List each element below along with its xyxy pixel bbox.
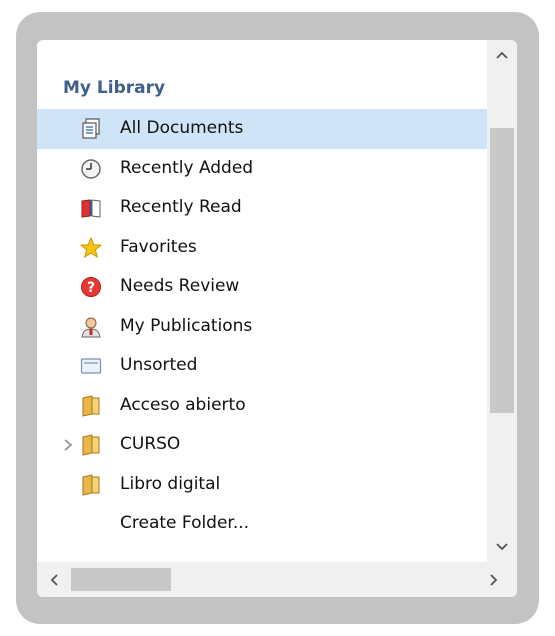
library-item-recently-added[interactable]: Recently Added	[37, 149, 489, 189]
create-folder-link[interactable]: Create Folder...	[37, 504, 489, 544]
svg-text:?: ?	[87, 280, 95, 296]
vertical-scrollbar[interactable]	[487, 40, 517, 562]
open-book-icon	[80, 197, 102, 219]
horizontal-scroll-thumb[interactable]	[71, 568, 171, 591]
library-item-needs-review[interactable]: ? Needs Review	[37, 267, 489, 307]
my-library-heading: My Library	[63, 78, 166, 98]
scroll-left-icon[interactable]	[37, 562, 71, 597]
library-item-unsorted[interactable]: Unsorted	[37, 346, 489, 386]
library-item-recently-read[interactable]: Recently Read	[37, 188, 489, 228]
library-item-curso[interactable]: CURSO	[37, 425, 489, 465]
star-icon	[79, 236, 103, 259]
library-item-label: Libro digital	[120, 473, 221, 494]
library-item-favorites[interactable]: Favorites	[37, 228, 489, 268]
library-item-label: Unsorted	[120, 355, 198, 375]
person-icon	[80, 316, 102, 338]
library-item-label: All Documents	[120, 118, 244, 138]
library-item-label: Recently Read	[120, 197, 242, 217]
library-item-label: CURSO	[120, 434, 181, 454]
library-item-label: Recently Added	[120, 157, 254, 178]
folder-icon	[80, 394, 102, 417]
create-folder-label: Create Folder...	[120, 513, 250, 533]
library-item-label: Needs Review	[120, 276, 240, 296]
folder-icon	[80, 473, 102, 496]
library-list: All Documents Recently Added Recently Re…	[37, 109, 489, 544]
library-item-libro-digital[interactable]: Libro digital	[37, 465, 489, 505]
horizontal-scrollbar[interactable]	[37, 562, 517, 597]
library-item-label: Acceso abierto	[120, 394, 246, 415]
library-item-label: My Publications	[120, 315, 253, 336]
scroll-down-icon[interactable]	[487, 532, 517, 562]
vertical-scroll-thumb[interactable]	[490, 128, 514, 413]
panel-frame: My Library All Documents Recently Added …	[16, 12, 539, 624]
clock-icon	[80, 158, 102, 180]
scroll-right-icon[interactable]	[477, 562, 511, 597]
chevron-right-icon[interactable]	[63, 425, 73, 465]
question-mark-icon: ?	[80, 276, 102, 298]
all-documents-icon	[80, 118, 102, 140]
library-item-all-documents[interactable]: All Documents	[37, 109, 489, 149]
folder-icon	[80, 434, 102, 456]
library-item-label: Favorites	[120, 236, 197, 257]
library-item-my-publications[interactable]: My Publications	[37, 307, 489, 347]
scroll-up-icon[interactable]	[487, 40, 517, 70]
library-item-acceso-abierto[interactable]: Acceso abierto	[37, 386, 489, 426]
library-panel: My Library All Documents Recently Added …	[37, 40, 517, 597]
envelope-icon	[80, 355, 102, 377]
